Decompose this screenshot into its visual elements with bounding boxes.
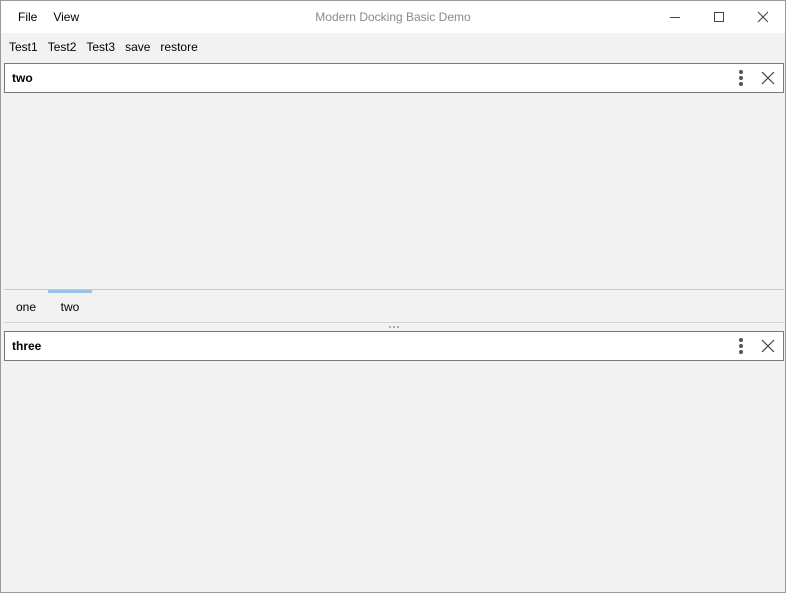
grip-dot: [389, 326, 391, 328]
app-window: Modern Docking Basic Demo File View Test…: [0, 0, 786, 593]
grip-dot: [397, 326, 399, 328]
dock-header-three[interactable]: three: [4, 331, 784, 361]
menu-bar: File View: [10, 1, 87, 33]
restore-button[interactable]: restore: [155, 33, 202, 61]
window-controls: [653, 1, 785, 33]
grip-dot: [393, 326, 395, 328]
split-divider[interactable]: [4, 323, 784, 331]
tab-strip: one two: [4, 289, 784, 323]
menu-view[interactable]: View: [45, 1, 87, 33]
dock-title: three: [12, 339, 42, 353]
tab-one[interactable]: one: [7, 290, 45, 323]
test2-button[interactable]: Test2: [43, 33, 82, 61]
toolbar: Test1 Test2 Test3 save restore: [1, 33, 785, 61]
test3-button[interactable]: Test3: [81, 33, 120, 61]
save-button[interactable]: save: [120, 33, 155, 61]
dock-close-button[interactable]: [753, 64, 783, 92]
maximize-button[interactable]: [697, 1, 741, 33]
menu-file[interactable]: File: [10, 1, 45, 33]
title-bar: Modern Docking Basic Demo File View: [1, 1, 785, 33]
close-icon: [761, 339, 775, 353]
minimize-icon: [670, 17, 680, 18]
dock-content-two: [4, 93, 784, 289]
dock-header-two[interactable]: two: [4, 63, 784, 93]
dock-title: two: [12, 71, 33, 85]
close-window-button[interactable]: [741, 1, 785, 33]
maximize-icon: [714, 12, 724, 22]
close-icon: [757, 11, 769, 23]
dock-options-button[interactable]: [729, 332, 753, 360]
close-icon: [761, 71, 775, 85]
more-vertical-icon: [739, 70, 743, 86]
minimize-button[interactable]: [653, 1, 697, 33]
dock-options-button[interactable]: [729, 64, 753, 92]
tab-two[interactable]: two: [48, 290, 92, 323]
more-vertical-icon: [739, 338, 743, 354]
dock-close-button[interactable]: [753, 332, 783, 360]
test1-button[interactable]: Test1: [4, 33, 43, 61]
dock-content-three: [4, 361, 784, 590]
